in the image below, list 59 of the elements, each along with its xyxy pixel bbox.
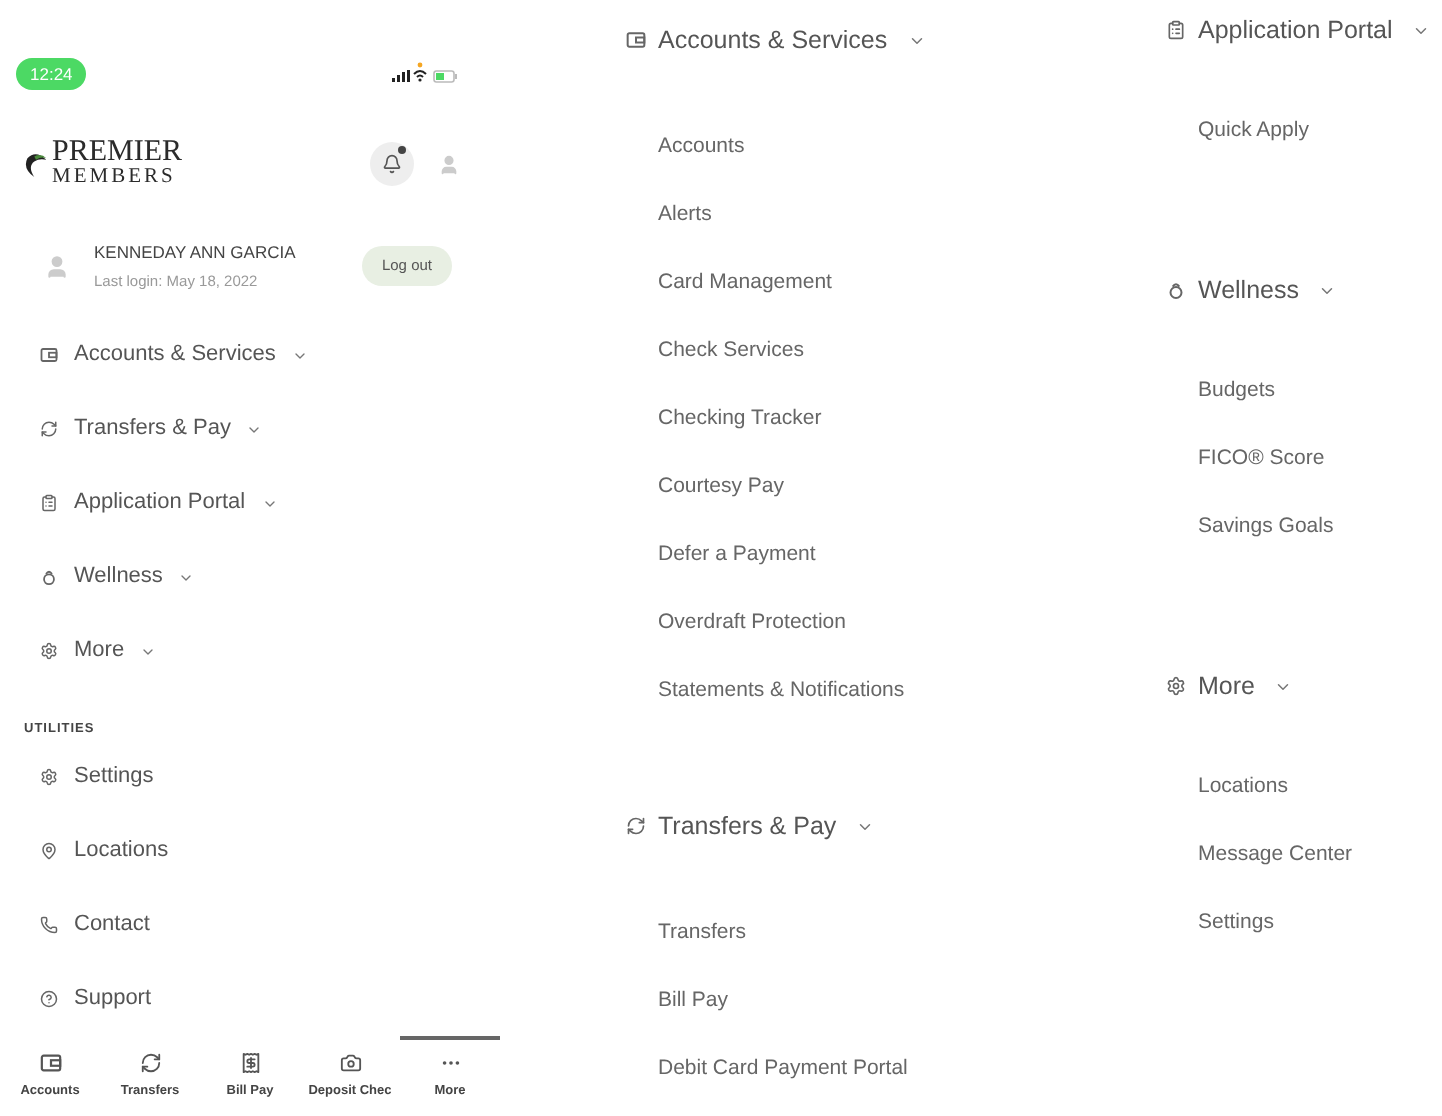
refresh-icon bbox=[40, 420, 58, 438]
wallet-icon bbox=[40, 346, 58, 364]
submenu-link[interactable]: Debit Card Payment Portal bbox=[658, 1054, 908, 1086]
submenu-link[interactable]: Alerts bbox=[658, 200, 712, 232]
submenu-link[interactable]: FICO® Score bbox=[1198, 444, 1325, 476]
section-header[interactable]: Transfers & Pay bbox=[658, 807, 837, 845]
clipboard-icon bbox=[1166, 20, 1186, 40]
submenu-link[interactable]: Accounts bbox=[658, 132, 745, 164]
logo-swoosh-icon bbox=[24, 149, 48, 179]
submenu-link[interactable]: Checking Tracker bbox=[658, 404, 822, 436]
settings-icon bbox=[40, 642, 58, 660]
refresh-icon bbox=[626, 816, 646, 836]
notifications-button[interactable] bbox=[370, 142, 414, 186]
submenu-link[interactable]: Statements & Notifications bbox=[658, 676, 905, 708]
settings-icon bbox=[1166, 676, 1186, 696]
section-header[interactable]: Accounts & Services bbox=[658, 21, 888, 59]
utility-item[interactable]: Locations bbox=[74, 834, 169, 868]
phone-icon bbox=[40, 916, 58, 934]
clipboard-icon bbox=[40, 494, 58, 512]
menu-item[interactable]: Application Portal bbox=[74, 486, 246, 520]
submenu-link[interactable]: Card Management bbox=[658, 268, 832, 300]
utility-item[interactable]: Settings bbox=[74, 760, 154, 794]
section-header[interactable]: More bbox=[1198, 667, 1255, 705]
status-time: 12:24 bbox=[16, 58, 87, 90]
submenu-link[interactable]: Bill Pay bbox=[658, 986, 729, 1018]
submenu-link[interactable]: Courtesy Pay bbox=[658, 472, 785, 504]
utility-item[interactable]: Support bbox=[74, 982, 152, 1016]
submenu-link[interactable]: Locations bbox=[1198, 772, 1288, 804]
receipt-icon bbox=[239, 1052, 261, 1074]
section-header[interactable]: Wellness bbox=[1198, 271, 1299, 309]
submenu-link[interactable]: Defer a Payment bbox=[658, 540, 816, 572]
avatar-icon bbox=[44, 253, 70, 279]
submenu-link[interactable]: Check Services bbox=[658, 336, 804, 368]
menu-item[interactable]: More bbox=[74, 634, 125, 668]
section-header[interactable]: Application Portal bbox=[1198, 11, 1393, 49]
submenu-link[interactable]: Quick Apply bbox=[1198, 116, 1309, 148]
settings-icon bbox=[40, 768, 58, 786]
submenu-link[interactable]: Budgets bbox=[1198, 376, 1276, 408]
menu-item[interactable]: Accounts & Services bbox=[74, 338, 276, 372]
kettlebell-icon bbox=[1166, 280, 1186, 300]
wallet-icon bbox=[626, 30, 646, 50]
menu-item[interactable]: Wellness bbox=[74, 560, 163, 594]
camera-icon bbox=[339, 1052, 361, 1074]
submenu-link[interactable]: Settings bbox=[1198, 908, 1274, 940]
brand-subtitle: MEMBERS bbox=[52, 168, 178, 190]
kettlebell-icon bbox=[40, 568, 58, 586]
brand-name: PREMIER bbox=[52, 138, 183, 169]
submenu-link[interactable]: Message Center bbox=[1198, 840, 1353, 872]
utility-item[interactable]: Contact bbox=[74, 908, 150, 942]
submenu-link[interactable]: Transfers bbox=[658, 918, 746, 950]
help-icon bbox=[40, 990, 58, 1008]
wallet-icon bbox=[39, 1052, 61, 1074]
refresh-icon bbox=[139, 1052, 161, 1074]
map-pin-icon bbox=[40, 842, 58, 860]
user-name: KENNEDAY ANN GARCIA bbox=[94, 239, 296, 265]
submenu-link[interactable]: Overdraft Protection bbox=[658, 608, 846, 640]
submenu-link[interactable]: Savings Goals bbox=[1198, 512, 1334, 544]
bell-icon bbox=[382, 154, 402, 174]
menu-item[interactable]: Transfers & Pay bbox=[74, 412, 231, 446]
